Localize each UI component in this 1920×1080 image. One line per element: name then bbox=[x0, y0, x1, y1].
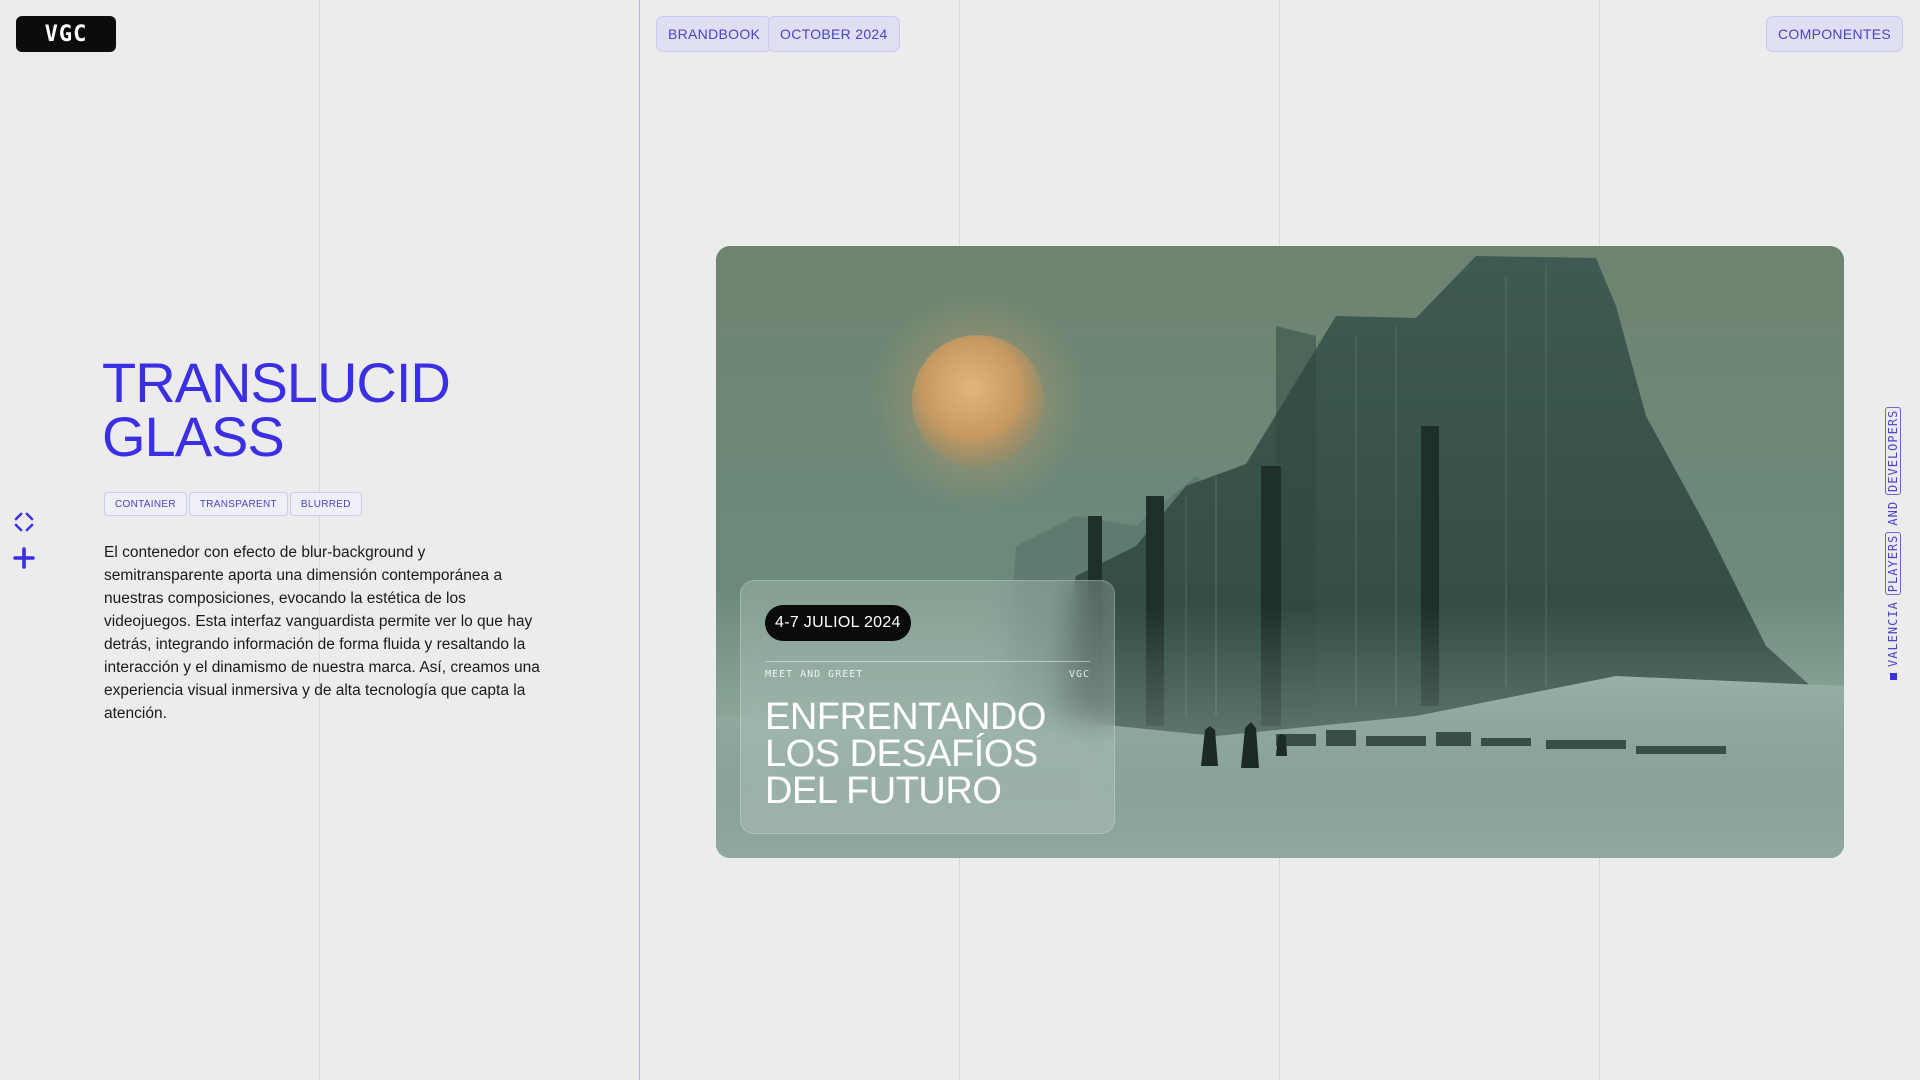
label-players: PLAYERS bbox=[1885, 531, 1901, 596]
brandbook-pill[interactable]: BRANDBOOK bbox=[656, 16, 773, 52]
hero-image: 4-7 JULIOL 2024 MEET AND GREET VGC ENFRE… bbox=[716, 246, 1844, 858]
vertical-side-label: VALENCIA PLAYERS AND DEVELOPERS bbox=[1885, 406, 1901, 680]
plus-icon[interactable] bbox=[13, 547, 35, 569]
square-marker-icon bbox=[1889, 673, 1897, 680]
card-title: ENFRENTANDO LOS DESAFÍOS DEL FUTURO bbox=[765, 696, 1046, 812]
logo-text: VGC bbox=[44, 21, 88, 47]
date-badge: 4-7 JULIOL 2024 bbox=[765, 605, 911, 641]
card-meta-right: VGC bbox=[1068, 669, 1090, 680]
tag-transparent[interactable]: TRANSPARENT bbox=[188, 492, 288, 516]
grid-line bbox=[319, 0, 320, 1080]
collapse-arrows-icon[interactable] bbox=[13, 511, 35, 533]
card-meta-left: MEET AND GREET bbox=[765, 669, 864, 680]
date-pill[interactable]: OCTOBER 2024 bbox=[768, 16, 900, 52]
grid-line-accent bbox=[639, 0, 640, 1080]
componentes-pill[interactable]: COMPONENTES bbox=[1766, 16, 1903, 52]
vgc-logo[interactable]: VGC bbox=[16, 16, 116, 52]
card-divider bbox=[765, 661, 1090, 662]
label-developers: DEVELOPERS bbox=[1885, 406, 1901, 495]
description-text: El contenedor con efecto de blur-backgro… bbox=[104, 544, 540, 722]
tag-container[interactable]: CONTAINER bbox=[104, 492, 187, 516]
page-title: TRANSLUCID GLASS bbox=[102, 355, 451, 465]
tag-list: CONTAINER TRANSPARENT BLURRED bbox=[104, 492, 362, 516]
label-and: AND bbox=[1886, 500, 1900, 526]
glass-card[interactable]: 4-7 JULIOL 2024 MEET AND GREET VGC ENFRE… bbox=[740, 580, 1115, 834]
tag-blurred[interactable]: BLURRED bbox=[289, 492, 362, 516]
title-line-2: GLASS bbox=[102, 405, 285, 468]
label-valencia: VALENCIA bbox=[1886, 601, 1900, 667]
